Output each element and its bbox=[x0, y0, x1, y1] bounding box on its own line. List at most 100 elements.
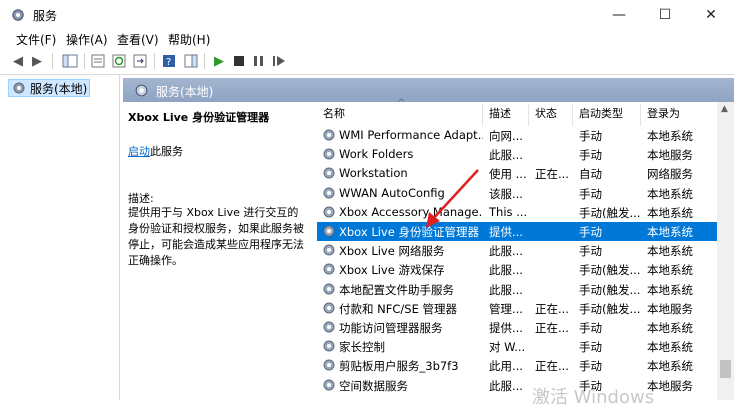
cell-desc: 对 W... bbox=[489, 340, 526, 355]
service-gear-icon bbox=[323, 302, 335, 314]
table-row[interactable]: Xbox Live 游戏保存 此服... 手动(触发... 本地系统 bbox=[317, 260, 717, 279]
minimize-button[interactable]: — bbox=[596, 0, 642, 29]
column-header-logon-as[interactable]: 登录为 bbox=[641, 104, 717, 126]
vertical-scrollbar[interactable] bbox=[717, 102, 734, 400]
table-row[interactable]: 功能访问管理器服务 提供... 正在... 手动 本地系统 bbox=[317, 318, 717, 337]
table-row[interactable]: 剪贴板用户服务_3b7f3 此用... 正在... 手动 本地系统 bbox=[317, 356, 717, 375]
cell-desc: 此服... bbox=[489, 263, 523, 278]
table-row[interactable]: Xbox Live 身份验证管理器 提供... 手动 本地系统 bbox=[317, 222, 717, 241]
table-row[interactable]: WMI Performance Adapt... 向网... 手动 本地系统 bbox=[317, 126, 717, 145]
cell-start: 手动(触发... bbox=[579, 301, 641, 316]
description-text: 提供用于与 Xbox Live 进行交互的身份验证和授权服务，如果此服务被停止，… bbox=[128, 206, 304, 267]
cell-logon: 本地系统 bbox=[647, 340, 693, 355]
cell-start: 手动 bbox=[579, 359, 602, 374]
service-gear-icon bbox=[323, 225, 335, 237]
cell-start: 手动(触发... bbox=[579, 205, 641, 220]
cell-logon: 本地系统 bbox=[647, 186, 693, 201]
start-service-link-row: 启动此服务 bbox=[128, 143, 183, 159]
table-row[interactable]: WWAN AutoConfig 该服... 手动 本地系统 bbox=[317, 184, 717, 203]
pane-title: 服务(本地) bbox=[156, 85, 214, 99]
cell-logon: 本地服务 bbox=[647, 378, 693, 393]
column-header-description[interactable]: 描述 bbox=[483, 104, 529, 126]
red-arrow-annotation bbox=[426, 169, 479, 228]
console-tree-icon[interactable] bbox=[61, 52, 79, 70]
table-row[interactable]: Work Folders 此服... 手动 本地服务 bbox=[317, 145, 717, 164]
cell-status: 正在... bbox=[535, 167, 569, 182]
refresh-icon[interactable] bbox=[110, 52, 128, 70]
cell-start: 手动(触发... bbox=[579, 282, 641, 297]
cell-start: 手动(触发... bbox=[579, 263, 641, 278]
table-row[interactable]: 空间数据服务 此服... 手动 本地服务 bbox=[317, 376, 717, 395]
back-icon[interactable]: ◀ bbox=[9, 52, 27, 70]
table-row[interactable]: 家长控制 对 W... 手动 本地系统 bbox=[317, 337, 717, 356]
menu-help[interactable]: 帮助(H) bbox=[168, 31, 210, 48]
service-gear-icon bbox=[323, 359, 335, 371]
column-header-startup-type[interactable]: 启动类型 bbox=[573, 104, 641, 126]
services-gear-icon bbox=[12, 9, 24, 21]
cell-start: 手动 bbox=[579, 148, 602, 163]
action-pane-icon[interactable] bbox=[182, 52, 200, 70]
cell-desc: 管理... bbox=[489, 301, 523, 316]
sort-ascending-icon: ^ bbox=[397, 98, 406, 109]
cell-logon: 本地系统 bbox=[647, 244, 693, 259]
cell-logon: 网络服务 bbox=[647, 167, 693, 182]
column-header-status[interactable]: 状态 bbox=[529, 104, 573, 126]
forward-icon[interactable]: ▶ bbox=[28, 52, 46, 70]
table-row[interactable]: 本地配置文件助手服务 此服... 手动(触发... 本地系统 bbox=[317, 280, 717, 299]
close-button[interactable]: ✕ bbox=[688, 0, 734, 29]
table-row[interactable]: Workstation 使用 ... 正在... 自动 网络服务 bbox=[317, 164, 717, 183]
cell-status: 正在... bbox=[535, 301, 569, 316]
cell-logon: 本地服务 bbox=[647, 301, 693, 316]
cell-start: 手动 bbox=[579, 340, 602, 355]
service-gear-icon bbox=[323, 379, 335, 391]
console-tree bbox=[0, 75, 120, 400]
scrollbar-thumb[interactable] bbox=[720, 360, 731, 378]
activation-watermark: 激活 Windows bbox=[532, 387, 655, 408]
service-gear-icon bbox=[323, 206, 335, 218]
services-gear-icon bbox=[135, 84, 148, 97]
cell-start: 手动 bbox=[579, 225, 602, 239]
stop-service-icon[interactable] bbox=[230, 52, 248, 70]
cell-logon: 本地系统 bbox=[647, 263, 693, 278]
tree-item-label: 服务(本地) bbox=[30, 82, 88, 96]
cell-name: 剪贴板用户服务_3b7f3 bbox=[339, 359, 459, 374]
table-row[interactable]: Xbox Accessory Manage... This ... 手动(触发...… bbox=[317, 203, 717, 222]
service-gear-icon bbox=[323, 187, 335, 199]
scroll-up-icon[interactable]: ▲ bbox=[721, 104, 728, 114]
cell-name: Xbox Live 游戏保存 bbox=[339, 263, 445, 278]
cell-desc: 提供... bbox=[489, 321, 523, 335]
service-gear-icon bbox=[323, 167, 335, 179]
cell-start: 手动 bbox=[579, 186, 602, 201]
cell-name: WMI Performance Adapt... bbox=[339, 128, 483, 142]
pause-service-icon[interactable] bbox=[250, 52, 268, 70]
start-service-link[interactable]: 启动 bbox=[128, 145, 150, 158]
table-row[interactable]: Xbox Live 网络服务 此服... 手动 本地系统 bbox=[317, 241, 717, 260]
services-gear-icon bbox=[13, 82, 25, 94]
cell-name: 家长控制 bbox=[339, 340, 385, 355]
cell-desc: 提供... bbox=[489, 225, 523, 239]
help-icon[interactable]: ? bbox=[160, 52, 178, 70]
cell-start: 手动 bbox=[579, 244, 602, 259]
menu-action[interactable]: 操作(A) bbox=[66, 31, 108, 48]
menu-view[interactable]: 查看(V) bbox=[117, 31, 159, 48]
toolbar-separator bbox=[204, 53, 205, 69]
start-service-suffix: 此服务 bbox=[150, 145, 183, 158]
table-row[interactable]: 付款和 NFC/SE 管理器 管理... 正在... 手动(触发... 本地服务 bbox=[317, 299, 717, 318]
menu-file[interactable]: 文件(F) bbox=[16, 31, 56, 48]
cell-logon: 本地系统 bbox=[647, 321, 693, 335]
cell-name: 本地配置文件助手服务 bbox=[339, 282, 454, 297]
cell-desc: 此服... bbox=[489, 244, 523, 259]
restart-service-icon[interactable] bbox=[270, 52, 288, 70]
cell-name: 付款和 NFC/SE 管理器 bbox=[339, 301, 457, 316]
cell-logon: 本地系统 bbox=[647, 225, 693, 239]
service-gear-icon bbox=[323, 129, 335, 141]
cell-name: Work Folders bbox=[339, 147, 414, 162]
properties-icon[interactable] bbox=[89, 52, 107, 70]
maximize-button[interactable]: ☐ bbox=[642, 0, 688, 29]
export-list-icon[interactable] bbox=[131, 52, 149, 70]
toolbar-separator bbox=[154, 53, 155, 69]
toolbar-separator bbox=[52, 53, 53, 69]
cell-start: 手动 bbox=[579, 321, 602, 335]
start-service-icon[interactable]: ▶ bbox=[210, 52, 228, 70]
cell-logon: 本地系统 bbox=[647, 129, 693, 143]
